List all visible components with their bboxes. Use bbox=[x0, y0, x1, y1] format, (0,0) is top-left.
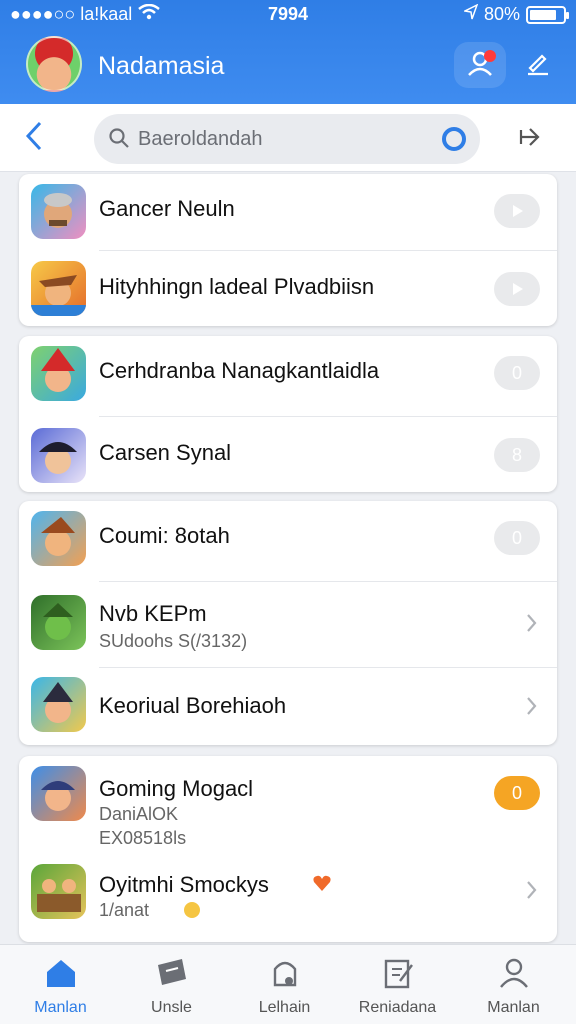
list-item[interactable]: Nvb KEPm SUdoohs S(/3132) bbox=[19, 581, 557, 667]
page-title: Nadamasia bbox=[98, 52, 225, 80]
chevron-left-icon bbox=[24, 120, 44, 157]
tab-bar: Manlan Unsle Lelhain Reniadana Manlan bbox=[0, 944, 576, 1024]
search-status-icon bbox=[442, 127, 466, 151]
game-icon bbox=[31, 766, 86, 821]
arrow-right-icon bbox=[517, 124, 543, 155]
list-item[interactable]: Carsen Synal 8 bbox=[19, 416, 557, 492]
battery-level bbox=[530, 9, 556, 20]
list-item[interactable]: Oyitmhi Smockys 1/anat bbox=[19, 856, 557, 942]
list-item-title: Keoriual Borehiaoh bbox=[99, 693, 287, 718]
lock-profile-icon bbox=[267, 955, 303, 991]
tab-label: Manlan bbox=[487, 999, 540, 1016]
list-item-subtitle: 1/anat bbox=[99, 900, 150, 920]
notification-dot bbox=[484, 50, 496, 62]
list-item-title: Hityhhingn ladeal Plvadbiisn bbox=[99, 274, 375, 299]
list-item-title: Goming Mogacl bbox=[99, 776, 254, 801]
list-item[interactable]: Gancer Neuln bbox=[19, 174, 557, 250]
tab-label: Reniadana bbox=[358, 999, 437, 1016]
coin-icon bbox=[183, 901, 201, 924]
battery-icon bbox=[526, 5, 569, 24]
game-icon bbox=[31, 428, 86, 483]
status-right: 80% bbox=[462, 3, 569, 25]
list-card: Gancer Neuln Hityhhingn ladeal Plvadbiis… bbox=[19, 174, 557, 326]
list-item-title: Gancer Neuln bbox=[99, 196, 235, 221]
edit-icon bbox=[525, 50, 551, 81]
list-item[interactable]: Coumi: 8otah 0 bbox=[19, 501, 557, 581]
heart-emoji-icon bbox=[312, 874, 332, 897]
forward-button[interactable] bbox=[512, 122, 548, 156]
list-item[interactable]: Hityhhingn ladeal Plvadbiisn bbox=[19, 250, 557, 326]
list-card: Goming Mogacl DaniAlOK EX08518ls 0 Oyitm… bbox=[19, 756, 557, 942]
home-icon bbox=[43, 955, 79, 991]
count-badge: 0 bbox=[494, 776, 540, 810]
tab-manlan-2[interactable]: Manlan bbox=[456, 945, 571, 1024]
game-icon bbox=[31, 261, 86, 316]
game-icon bbox=[31, 184, 86, 239]
list-item-subtitle: SUdoohs S(/3132) bbox=[99, 631, 248, 651]
tab-lelhain[interactable]: Lelhain bbox=[227, 945, 342, 1024]
list-item-subtitle: DaniAlOK bbox=[99, 804, 179, 824]
list-item-title: Nvb KEPm bbox=[99, 601, 207, 626]
list-item[interactable]: Keoriual Borehiaoh bbox=[19, 667, 557, 745]
ticket-icon bbox=[154, 955, 190, 991]
game-icon bbox=[31, 864, 86, 919]
list-item-subtitle: EX08518ls bbox=[99, 828, 187, 848]
tab-label: Lelhain bbox=[258, 999, 311, 1016]
count-badge: 0 bbox=[494, 356, 540, 390]
search-value: Baeroldandah bbox=[138, 128, 263, 150]
list-item-title: Cerhdranba Nanagkantlaidla bbox=[99, 358, 380, 383]
search-icon bbox=[108, 127, 130, 154]
chevron-right-icon bbox=[521, 611, 541, 635]
chevron-right-icon bbox=[521, 694, 541, 718]
list-card: Cerhdranba Nanagkantlaidla 0 Carsen Syna… bbox=[19, 336, 557, 492]
battery-percent: 80% bbox=[483, 4, 520, 24]
tab-manlan[interactable]: Manlan bbox=[3, 945, 118, 1024]
list-card: Coumi: 8otah 0 Nvb KEPm SUdoohs S(/3132)… bbox=[19, 501, 557, 745]
play-toggle[interactable] bbox=[494, 272, 540, 306]
back-button[interactable] bbox=[18, 120, 50, 156]
game-icon bbox=[31, 677, 86, 732]
chevron-right-icon bbox=[521, 878, 541, 902]
count-badge: 8 bbox=[494, 438, 540, 472]
tab-reniadana[interactable]: Reniadana bbox=[340, 945, 455, 1024]
game-icon bbox=[31, 346, 86, 401]
search-input[interactable]: Baeroldandah bbox=[94, 114, 480, 164]
clipboard-edit-icon bbox=[380, 955, 416, 991]
play-toggle[interactable] bbox=[494, 194, 540, 228]
profile-button[interactable] bbox=[454, 42, 506, 88]
status-bar: ●●●●○○ la!kaal 7994 80% bbox=[0, 0, 576, 28]
list-item-title: Oyitmhi Smockys bbox=[99, 872, 269, 897]
list-item[interactable]: Cerhdranba Nanagkantlaidla 0 bbox=[19, 336, 557, 416]
search-bar: Baeroldandah bbox=[0, 104, 576, 172]
top-bar: ●●●●○○ la!kaal 7994 80% Nadamasia bbox=[0, 0, 576, 104]
compose-button[interactable] bbox=[512, 42, 564, 88]
tab-label: Unsle bbox=[151, 999, 192, 1016]
list-item[interactable]: Goming Mogacl DaniAlOK EX08518ls 0 bbox=[19, 756, 557, 856]
count-badge: 0 bbox=[494, 521, 540, 555]
game-icon bbox=[31, 595, 86, 650]
list-item-title: Carsen Synal bbox=[99, 440, 232, 465]
avatar[interactable] bbox=[26, 36, 82, 92]
list-item-title: Coumi: 8otah bbox=[99, 523, 230, 548]
tab-label: Manlan bbox=[34, 999, 87, 1016]
person-icon bbox=[496, 955, 532, 991]
location-icon bbox=[462, 3, 479, 25]
tab-unsle[interactable]: Unsle bbox=[114, 945, 229, 1024]
game-icon bbox=[31, 511, 86, 566]
